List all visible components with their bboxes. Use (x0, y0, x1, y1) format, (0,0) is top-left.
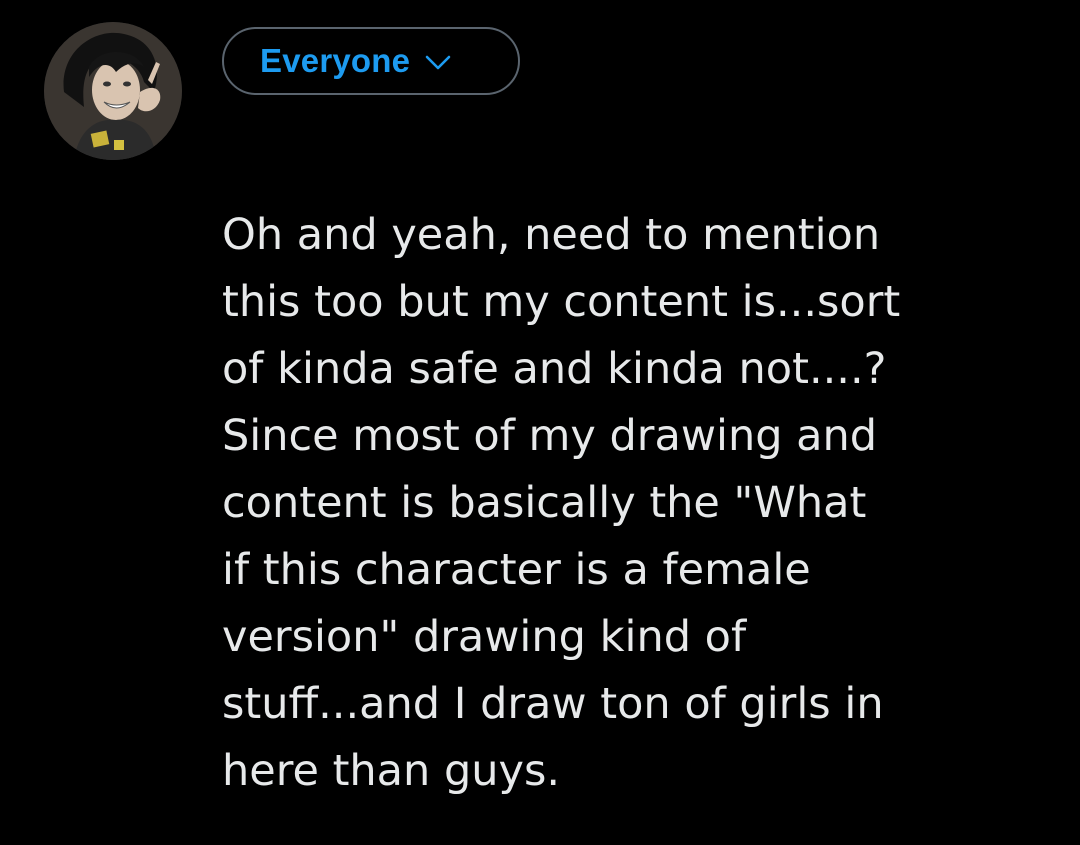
avatar-image (44, 22, 182, 160)
audience-selector-button[interactable]: Everyone (222, 27, 520, 95)
tweet-text[interactable]: Oh and yeah, need to mention this too bu… (222, 202, 1052, 805)
chevron-down-icon (424, 54, 452, 72)
audience-label: Everyone (260, 42, 411, 79)
avatar[interactable] (44, 22, 182, 160)
